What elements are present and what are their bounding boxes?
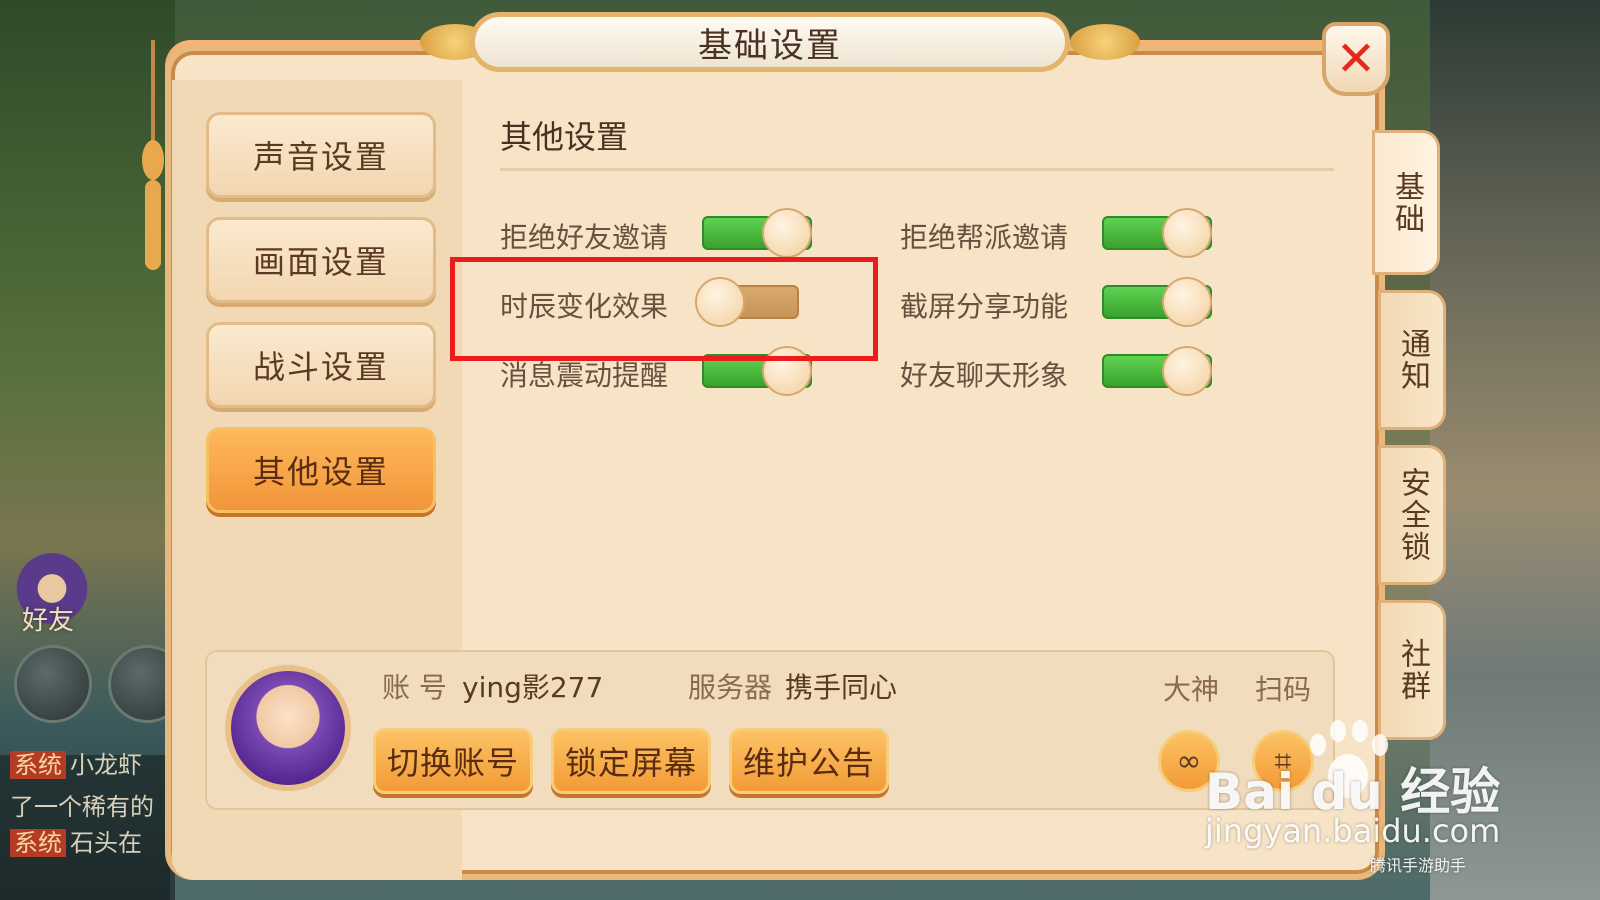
tab-label: 基础 <box>1389 170 1424 235</box>
button-label: 锁定屏幕 <box>564 744 697 782</box>
section-title: 其他设置 <box>500 118 629 156</box>
switch-account-button[interactable]: 切换账号 <box>373 728 533 794</box>
toggle-screenshot-share[interactable] <box>1102 277 1212 327</box>
tab-notification[interactable]: 通知 <box>1378 290 1446 430</box>
menu-label: 战斗设置 <box>252 348 389 386</box>
chat-log: 系统 小龙虾 了一个稀有的 系统 石头在 <box>0 751 170 900</box>
dashen-link[interactable]: 大神 <box>1163 668 1219 708</box>
menu-other-settings[interactable]: 其他设置 <box>206 427 436 513</box>
tab-label: 安全锁 <box>1395 467 1430 563</box>
chat-bubble-icon[interactable] <box>14 645 92 723</box>
menu-label: 声音设置 <box>252 138 389 176</box>
annotation-highlight-box <box>450 257 878 361</box>
maintenance-notice-button[interactable]: 维护公告 <box>729 728 889 794</box>
account-value: ying影277 <box>462 671 604 704</box>
option-label-screenshot-share: 截屏分享功能 <box>900 290 1069 323</box>
lock-screen-button[interactable]: 锁定屏幕 <box>551 728 711 794</box>
toggle-friend-chat-avatar[interactable] <box>1102 346 1212 396</box>
chat-line: 系统 小龙虾 <box>10 745 142 780</box>
tab-basic[interactable]: 基础 <box>1372 130 1440 275</box>
menu-display-settings[interactable]: 画面设置 <box>206 217 436 303</box>
tab-label: 社群 <box>1395 638 1430 702</box>
server-value: 携手同心 <box>785 671 898 704</box>
player-avatar <box>225 665 351 791</box>
title-ornament-right <box>1070 24 1140 60</box>
watermark-url: jingyan.baidu.com <box>1205 812 1501 850</box>
menu-label: 画面设置 <box>252 243 389 281</box>
menu-sound-settings[interactable]: 声音设置 <box>206 112 436 198</box>
scan-link[interactable]: 扫码 <box>1255 668 1311 708</box>
button-label: 维护公告 <box>742 744 875 782</box>
tab-label: 通知 <box>1395 328 1430 392</box>
account-label: 账 号 <box>382 671 447 704</box>
menu-label: 其他设置 <box>252 453 389 491</box>
menu-battle-settings[interactable]: 战斗设置 <box>206 322 436 408</box>
button-label: 切换账号 <box>386 744 519 782</box>
toggle-reject-friend[interactable] <box>702 208 812 258</box>
close-button[interactable]: ✕ <box>1322 22 1390 96</box>
tassel-ornament <box>142 40 164 270</box>
section-divider <box>500 168 1334 171</box>
option-label-reject-friend: 拒绝好友邀请 <box>500 221 669 254</box>
option-label-friend-chat-avatar: 好友聊天形象 <box>900 359 1069 392</box>
friend-label: 好友 <box>22 606 75 636</box>
close-icon: ✕ <box>1335 31 1377 87</box>
option-label-reject-guild: 拒绝帮派邀请 <box>900 221 1069 254</box>
chat-line: 系统 石头在 <box>10 823 142 858</box>
chat-line: 了一个稀有的 <box>10 793 154 821</box>
tab-security-lock[interactable]: 安全锁 <box>1378 445 1446 585</box>
link-icon: ∞ <box>1176 743 1202 779</box>
server-label: 服务器 <box>688 671 773 704</box>
watermark-credit: 腾讯手游助手 <box>1370 856 1467 875</box>
dialog-title: 基础设置 <box>698 25 842 66</box>
toggle-reject-guild[interactable] <box>1102 208 1212 258</box>
dialog-title-plate: 基础设置 <box>470 12 1070 72</box>
